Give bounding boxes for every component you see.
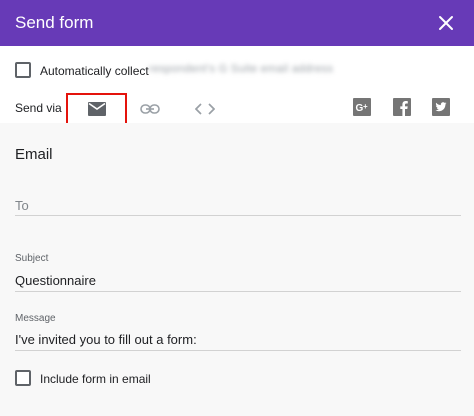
to-field[interactable] [15,195,461,215]
close-button[interactable] [432,9,460,37]
facebook-icon [393,98,411,116]
collect-email-blurred-text: respondent's G Suite email address [149,63,334,75]
svg-text:+: + [363,102,368,111]
collect-email-checkbox[interactable] [15,62,31,78]
share-facebook-button[interactable] [393,98,411,116]
collect-email-label: Automatically collect [40,64,149,78]
send-via-label: Send via [15,101,62,115]
dialog-title: Send form [15,13,94,32]
link-icon [140,104,160,114]
close-icon [439,16,453,30]
send-via-link-tab[interactable] [138,98,162,120]
message-field[interactable]: I've invited you to fill out a form: [15,332,197,347]
to-field-underline [15,215,461,216]
dialog-header: Send form [0,0,474,46]
email-form-section: Email Subject Questionnaire Message I've… [0,123,474,416]
message-label: Message [15,313,56,324]
subject-field[interactable]: Questionnaire [15,273,96,288]
share-twitter-button[interactable] [432,98,450,116]
google-plus-icon: G + [353,98,371,116]
twitter-icon [432,98,450,116]
email-section-title: Email [15,146,53,163]
embed-icon [195,103,215,115]
share-google-plus-button[interactable]: G + [353,98,371,116]
include-form-checkbox[interactable] [15,370,31,386]
options-section: Automatically collect respondent's G Sui… [0,46,474,125]
send-via-embed-tab[interactable] [193,98,217,120]
include-form-label: Include form in email [40,372,151,386]
subject-field-underline [15,291,461,292]
subject-label: Subject [15,253,49,264]
message-field-underline [15,350,461,351]
email-icon [87,102,106,116]
send-via-email-tab[interactable] [66,93,127,125]
